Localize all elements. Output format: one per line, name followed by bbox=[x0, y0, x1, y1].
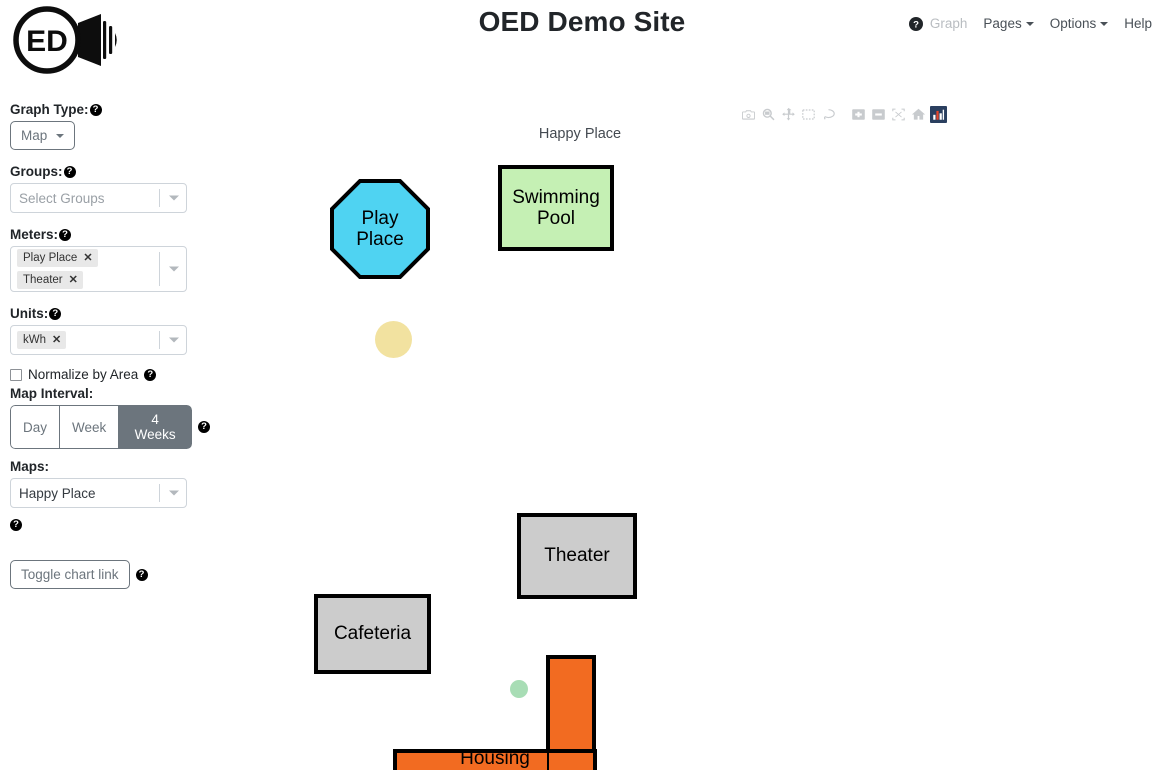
reset-home-icon[interactable] bbox=[910, 106, 927, 123]
groups-placeholder: Select Groups bbox=[19, 190, 105, 206]
meter-tag[interactable]: Theater ✕ bbox=[17, 271, 83, 289]
controls-sidebar: Graph Type: ? Map Groups: ? Select Group… bbox=[10, 102, 210, 589]
toggle-chart-link-button[interactable]: Toggle chart link bbox=[10, 560, 130, 589]
map-interval-row: Day Week 4 Weeks ? bbox=[10, 405, 210, 449]
chevron-down-icon bbox=[1025, 22, 1034, 26]
building-label-play-place: Play Place bbox=[356, 207, 404, 250]
chevron-down-icon[interactable] bbox=[169, 266, 179, 272]
help-icon-map-interval[interactable]: ? bbox=[198, 421, 210, 433]
page-root: ED OED Demo Site ? Graph Pages Options H… bbox=[0, 0, 1164, 770]
remove-icon[interactable]: ✕ bbox=[69, 274, 78, 286]
question-circle-icon[interactable]: ? bbox=[908, 16, 923, 31]
toggle-chart-link-row: Toggle chart link ? bbox=[10, 560, 210, 589]
select-divider bbox=[159, 252, 160, 286]
meter-marker-play-place[interactable] bbox=[375, 321, 412, 358]
chevron-down-icon[interactable] bbox=[169, 337, 179, 343]
select-divider bbox=[159, 331, 160, 349]
units-label: Units: ? bbox=[10, 306, 210, 321]
maps-selected-value: Happy Place bbox=[19, 485, 96, 501]
pan-icon[interactable] bbox=[780, 106, 797, 123]
plotly-modebar bbox=[740, 106, 947, 123]
unit-tag[interactable]: kWh ✕ bbox=[17, 331, 67, 349]
normalize-by-area-label: Normalize by Area bbox=[28, 367, 139, 382]
map-chart-title: Happy Place bbox=[538, 126, 622, 142]
building-label-housing: Housing bbox=[460, 748, 530, 769]
meters-label: Meters: ? bbox=[10, 227, 210, 242]
graph-type-value: Map bbox=[21, 128, 48, 143]
map-interval-label: Map Interval: bbox=[10, 386, 210, 401]
map-interval-button-group: Day Week 4 Weeks bbox=[10, 405, 192, 449]
zoom-in-icon[interactable] bbox=[850, 106, 867, 123]
nav-item-options-label: Options bbox=[1049, 16, 1097, 31]
remove-icon[interactable]: ✕ bbox=[83, 252, 92, 264]
select-divider bbox=[159, 189, 160, 207]
lasso-select-icon[interactable] bbox=[820, 106, 837, 123]
units-label-text: Units: bbox=[10, 306, 49, 321]
building-label-cafeteria: Cafeteria bbox=[333, 623, 412, 645]
map-canvas: Play Place Swimming Pool Theater Cafeteria bbox=[215, 151, 1155, 770]
building-swimming-pool[interactable]: Swimming Pool bbox=[498, 165, 614, 251]
map-plot-area: Happy Place Play Place Swimming Pool The… bbox=[215, 96, 1155, 770]
help-icon-toggle-chart-link[interactable]: ? bbox=[135, 568, 148, 581]
map-interval-day-button[interactable]: Day bbox=[10, 405, 60, 449]
map-interval-label-text: Map Interval: bbox=[10, 386, 94, 401]
page-header: ED OED Demo Site ? Graph Pages Options H… bbox=[0, 0, 1164, 92]
building-label-swimming-pool: Swimming Pool bbox=[512, 186, 600, 229]
help-icon-units[interactable]: ? bbox=[49, 307, 62, 320]
graph-type-dropdown[interactable]: Map bbox=[10, 121, 76, 150]
groups-label-text: Groups: bbox=[10, 164, 63, 179]
building-theater[interactable]: Theater bbox=[517, 513, 637, 599]
units-select[interactable]: kWh ✕ bbox=[10, 325, 187, 355]
maps-help-row: ? bbox=[10, 514, 210, 532]
chevron-down-icon bbox=[1100, 22, 1109, 26]
meters-label-text: Meters: bbox=[10, 227, 59, 242]
unit-tag-label: kWh bbox=[23, 334, 46, 346]
nav-item-pages[interactable]: Pages bbox=[983, 16, 1034, 31]
camera-icon[interactable] bbox=[740, 106, 757, 123]
help-icon-graph-type[interactable]: ? bbox=[89, 103, 102, 116]
building-housing[interactable]: Housing bbox=[393, 655, 623, 770]
remove-icon[interactable]: ✕ bbox=[52, 334, 61, 346]
help-icon-groups[interactable]: ? bbox=[63, 165, 76, 178]
box-select-icon[interactable] bbox=[800, 106, 817, 123]
autoscale-icon[interactable] bbox=[890, 106, 907, 123]
top-navbar: ? Graph Pages Options Help bbox=[908, 16, 1152, 31]
groups-label: Groups: ? bbox=[10, 164, 210, 179]
normalize-by-area-checkbox[interactable] bbox=[10, 368, 22, 381]
graph-type-label: Graph Type: ? bbox=[10, 102, 210, 117]
select-divider bbox=[159, 484, 160, 502]
zoom-icon[interactable] bbox=[760, 106, 777, 123]
chevron-down-icon bbox=[56, 133, 65, 138]
meter-marker-theater[interactable] bbox=[510, 680, 528, 698]
help-icon-meters[interactable]: ? bbox=[59, 228, 72, 241]
graph-type-label-text: Graph Type: bbox=[10, 102, 89, 117]
plotly-logo-icon[interactable] bbox=[930, 106, 947, 123]
nav-item-help[interactable]: Help bbox=[1124, 16, 1152, 31]
help-icon-maps[interactable]: ? bbox=[10, 518, 22, 531]
nav-item-pages-label: Pages bbox=[983, 16, 1022, 31]
maps-label-text: Maps: bbox=[10, 459, 50, 474]
groups-select[interactable]: Select Groups bbox=[10, 183, 187, 213]
meter-tag[interactable]: Play Place ✕ bbox=[17, 249, 98, 267]
nav-item-graph[interactable]: Graph bbox=[930, 16, 968, 31]
normalize-by-area-row[interactable]: Normalize by Area ? bbox=[10, 367, 210, 382]
map-interval-week-button[interactable]: Week bbox=[59, 405, 119, 449]
building-play-place[interactable]: Play Place bbox=[330, 179, 430, 279]
maps-label: Maps: bbox=[10, 459, 210, 474]
zoom-out-icon[interactable] bbox=[870, 106, 887, 123]
nav-item-options[interactable]: Options bbox=[1050, 16, 1109, 31]
meter-tag-label: Theater bbox=[23, 274, 63, 286]
chevron-down-icon[interactable] bbox=[169, 490, 179, 496]
chevron-down-icon[interactable] bbox=[169, 195, 179, 201]
meter-tag-label: Play Place bbox=[23, 252, 78, 264]
maps-select[interactable]: Happy Place bbox=[10, 478, 187, 508]
building-label-theater: Theater bbox=[544, 545, 610, 567]
map-interval-4weeks-button[interactable]: 4 Weeks bbox=[118, 405, 192, 449]
meters-select[interactable]: Play Place ✕ Theater ✕ bbox=[10, 246, 187, 292]
help-icon-normalize[interactable]: ? bbox=[144, 368, 157, 381]
svg-text:?: ? bbox=[913, 19, 919, 30]
